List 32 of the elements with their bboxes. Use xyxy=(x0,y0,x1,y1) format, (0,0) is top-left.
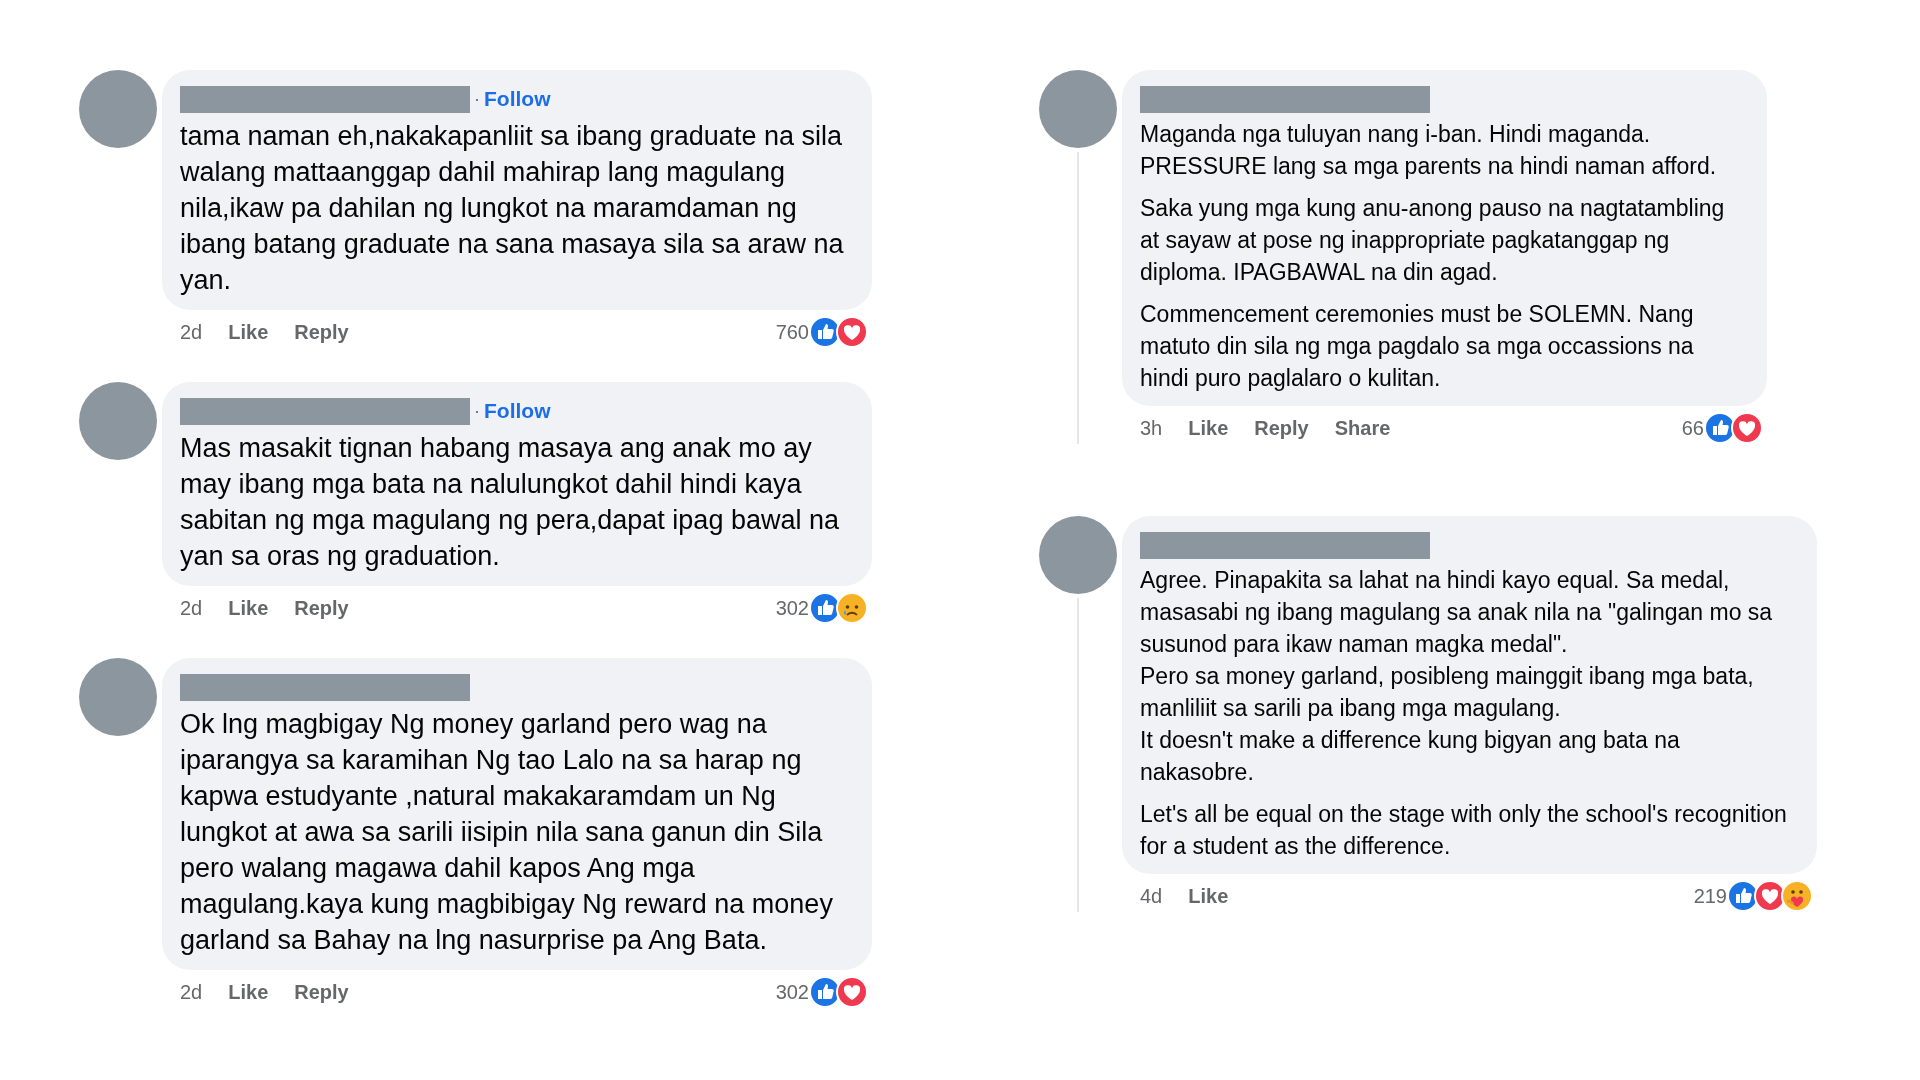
timestamp: 4d xyxy=(1140,884,1163,909)
follow-link[interactable]: Follow xyxy=(484,84,551,114)
comment-text: Maganda nga tuluyan nang i-ban. Hindi maganda. PRESSURE lang sa mga parents na hindi naman afford. xyxy=(1140,120,1718,181)
follow-link[interactable]: Follow xyxy=(484,396,551,426)
action-link[interactable]: Like xyxy=(228,593,269,623)
action-link[interactable]: Like xyxy=(1188,881,1229,911)
comment-text: tama naman eh,nakakapanliit sa ibang graduate na sila walang mattaanggap dahil mahirap lang magulang nila,ikaw pa dahilan ng lungkot na maramdaman ng ibang batang graduate na sana masaya sila sa araw na yan. xyxy=(180,120,845,297)
action-link[interactable]: Like xyxy=(1188,413,1229,443)
comment-text: Saka yung mga kung anu-anong pauso na nagtatambling at sayaw at pose ng inappropriate pagkatanggap ng diploma. IPAGBAWAL na din agad. xyxy=(1140,194,1726,287)
timestamp: 3h xyxy=(1140,416,1163,441)
action-link[interactable]: Reply xyxy=(294,977,349,1007)
comment-text: Mas masakit tignan habang masaya ang anak mo ay may ibang mga bata na nalulungkot dahil hindi kaya sabitan ng mga magulang ng pera,dapat ipag bawal na yan sa oras ng graduation. xyxy=(180,432,840,573)
reaction-count[interactable]: 302 xyxy=(775,977,809,1007)
action-link[interactable]: Like xyxy=(228,977,269,1007)
action-link[interactable]: Reply xyxy=(294,317,349,347)
timestamp: 2d xyxy=(180,320,203,345)
separator-dot: · xyxy=(474,400,480,423)
reaction-count[interactable]: 302 xyxy=(775,593,809,623)
timestamp: 2d xyxy=(180,980,203,1005)
reaction-count[interactable]: 66 xyxy=(1681,413,1704,443)
comment-text: Commencement ceremonies must be SOLEMN. Nang matuto din sila ng mga pagdalo sa mga occassions na hindi puro paglalaro o kulitan. xyxy=(1140,300,1695,393)
action-link[interactable]: Reply xyxy=(294,593,349,623)
reaction-count[interactable]: 760 xyxy=(775,317,809,347)
action-link[interactable]: Share xyxy=(1334,413,1391,443)
action-link[interactable]: Reply xyxy=(1254,413,1309,443)
timestamp: 2d xyxy=(180,596,203,621)
separator-dot: · xyxy=(474,88,480,111)
comment-text: Ok lng magbigay Ng money garland pero wag na iparangya sa karamihan Ng tao Lalo na sa harap ng kapwa estudyante ,natural makakaramdam un Ng lungkot at awa sa sarili iisipin nila sana ganun din Sila pero walang magawa dahil kapos Ang mga magulang.kaya kung magbibigay Ng reward na money garland sa Bahay na lng nasurprise pa Ang Bata. xyxy=(180,708,834,957)
comment-text: Agree. Pinapakita sa lahat na hindi kayo equal. Sa medal, masasabi ng ibang magulang sa anak nila na "galingan mo sa susunod para ikaw naman magka medal". Pero sa money garland, posibleng mainggit ibang mga bata, manliliit sa sarili pa ibang mga magulang. It doesn't make a difference kung bigyan ang bata na nakasobre. xyxy=(1140,566,1774,787)
reaction-count[interactable]: 219 xyxy=(1693,881,1727,911)
action-link[interactable]: Like xyxy=(228,317,269,347)
comment-text: Let's all be equal on the stage with only the school's recognition for a student as the difference. xyxy=(1140,800,1788,861)
